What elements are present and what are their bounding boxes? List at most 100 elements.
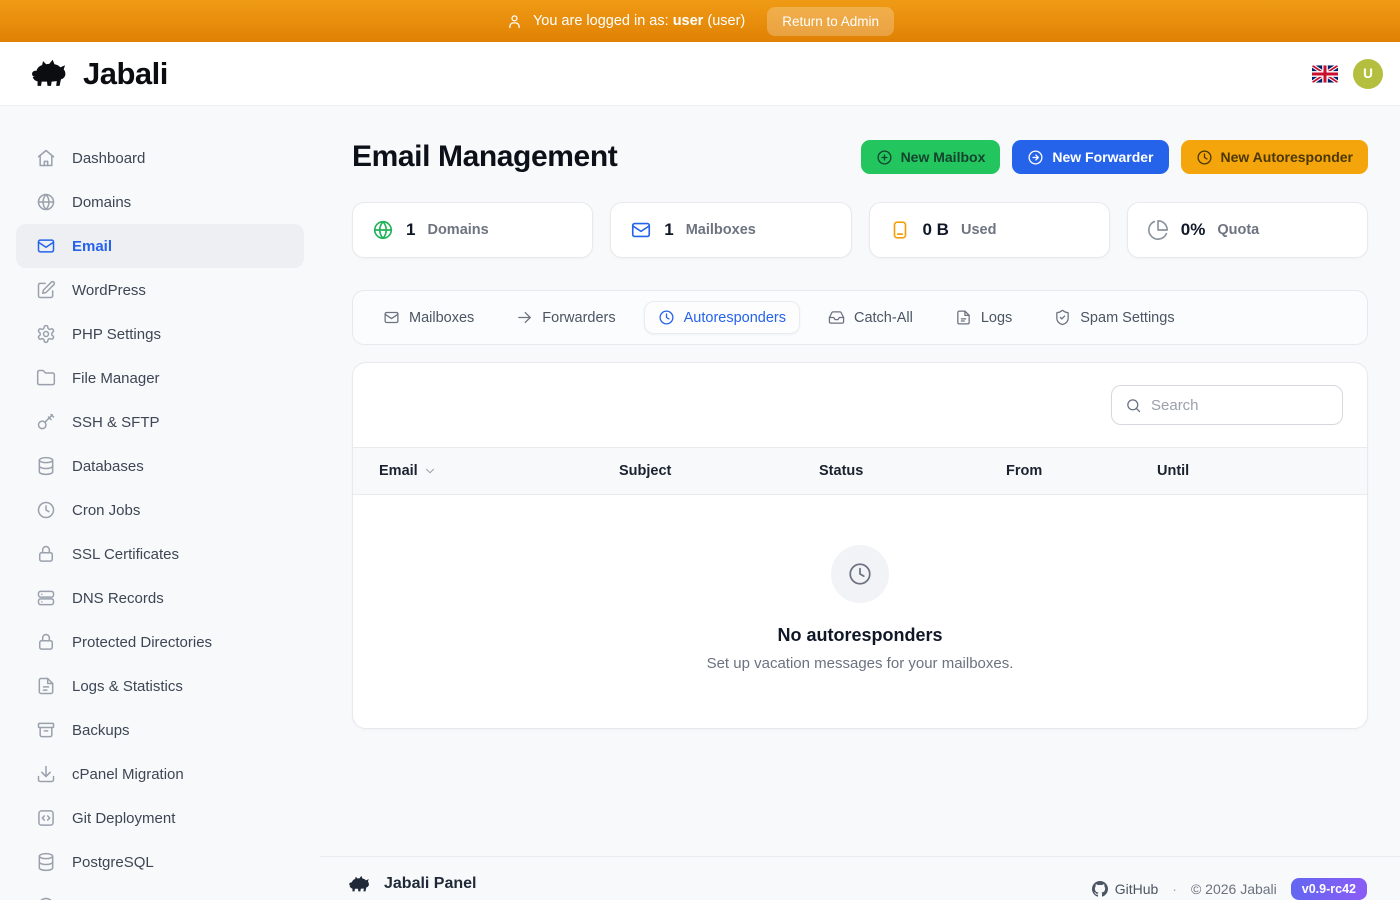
mail-icon xyxy=(37,239,55,253)
brand-logo[interactable]: Jabali xyxy=(30,56,168,92)
sidebar-item-partial[interactable] xyxy=(16,884,304,900)
email-tabs: Mailboxes Forwarders Autoresponders Catc… xyxy=(352,290,1368,345)
empty-state-title: No autoresponders xyxy=(777,625,943,645)
sidebar-item-label: Dashboard xyxy=(72,149,146,167)
sidebar-item-label: Databases xyxy=(72,457,144,475)
sidebar-item-postgresql[interactable]: PostgreSQL xyxy=(16,840,304,884)
action-buttons: New Mailbox New Forwarder New Autorespon… xyxy=(860,140,1368,174)
tab-spam-settings[interactable]: Spam Settings xyxy=(1040,301,1188,334)
sidebar-item-protected-directories[interactable]: Protected Directories xyxy=(16,620,304,664)
stat-mailboxes: 1 Mailboxes xyxy=(610,202,852,258)
sidebar-item-label: PostgreSQL xyxy=(72,853,154,871)
circle-icon xyxy=(40,897,52,900)
search-icon xyxy=(1127,398,1141,412)
clock-icon xyxy=(37,501,55,519)
pie-chart-icon xyxy=(1147,220,1168,240)
footer-separator: · xyxy=(1172,881,1177,897)
page-title: Email Management xyxy=(352,140,618,173)
stat-quota: 0% Quota xyxy=(1126,202,1368,258)
boar-icon xyxy=(32,59,66,86)
sidebar-item-backups[interactable]: Backups xyxy=(16,708,304,752)
github-icon xyxy=(1091,881,1108,897)
new-forwarder-button[interactable]: New Forwarder xyxy=(1012,140,1169,174)
language-flag-icon[interactable] xyxy=(1312,64,1338,83)
sidebar-item-label: Protected Directories xyxy=(72,633,213,651)
file-icon xyxy=(957,310,970,325)
sidebar-item-logs-statistics[interactable]: Logs & Statistics xyxy=(16,664,304,708)
sidebar-item-dns-records[interactable]: DNS Records xyxy=(16,576,304,620)
sidebar-item-databases[interactable]: Databases xyxy=(16,444,304,488)
brand-name: Jabali xyxy=(83,55,168,91)
sidebar-item-label: Domains xyxy=(72,193,132,211)
lock-icon xyxy=(39,545,53,562)
main-content: Email Management New Mailbox New Forward… xyxy=(320,106,1400,900)
server-icon xyxy=(37,590,55,606)
tab-logs[interactable]: Logs xyxy=(941,301,1026,334)
key-icon xyxy=(37,413,55,430)
sidebar: Dashboard Domains Email WordPress PHP Se… xyxy=(0,106,320,900)
new-mailbox-button[interactable]: New Mailbox xyxy=(860,140,1001,174)
empty-state: No autoresponders Set up vacation messag… xyxy=(353,495,1367,728)
column-header-email[interactable]: Email xyxy=(379,463,619,479)
github-link[interactable]: GitHub xyxy=(1091,881,1158,897)
home-icon xyxy=(37,149,55,167)
sidebar-item-label: File Manager xyxy=(72,369,160,387)
globe-icon xyxy=(373,220,393,240)
sidebar-item-label: SSH & SFTP xyxy=(72,413,160,431)
download-icon xyxy=(37,765,55,783)
sidebar-item-file-manager[interactable]: File Manager xyxy=(16,356,304,400)
sidebar-item-php-settings[interactable]: PHP Settings xyxy=(16,312,304,356)
sidebar-item-label: Cron Jobs xyxy=(72,501,141,519)
folder-icon xyxy=(36,369,56,386)
sidebar-item-ssl-certificates[interactable]: SSL Certificates xyxy=(16,532,304,576)
sidebar-item-cron-jobs[interactable]: Cron Jobs xyxy=(16,488,304,532)
login-username: user xyxy=(672,13,704,29)
new-autoresponder-button[interactable]: New Autoresponder xyxy=(1180,140,1368,174)
empty-state-subtitle: Set up vacation messages for your mailbo… xyxy=(706,655,1014,672)
drive-icon xyxy=(893,221,906,239)
sidebar-item-label: Logs & Statistics xyxy=(72,677,183,695)
sidebar-item-dashboard[interactable]: Dashboard xyxy=(16,136,304,180)
sidebar-item-label: Email xyxy=(72,237,113,255)
boar-icon xyxy=(349,875,369,892)
sidebar-item-cpanel-migration[interactable]: cPanel Migration xyxy=(16,752,304,796)
stat-domains: 1 Domains xyxy=(352,202,594,258)
sidebar-item-label: DNS Records xyxy=(72,589,164,607)
user-avatar[interactable]: U xyxy=(1353,58,1383,89)
footer-brand: Jabali Panel xyxy=(384,875,477,892)
login-usertype: (user) xyxy=(707,13,746,29)
clock-icon xyxy=(659,310,674,325)
sidebar-item-git-deployment[interactable]: Git Deployment xyxy=(16,796,304,840)
tab-catch-all[interactable]: Catch-All xyxy=(814,301,927,334)
column-header-subject: Subject xyxy=(619,463,672,479)
mail-icon xyxy=(384,311,399,324)
table-header-row: Email Subject Status From Until xyxy=(353,447,1367,495)
impersonation-bar: You are logged in as: user (user) Return… xyxy=(0,0,1400,42)
file-text-icon xyxy=(38,677,54,695)
column-header-status: Status xyxy=(819,463,864,479)
tab-mailboxes[interactable]: Mailboxes xyxy=(369,301,488,334)
globe-icon xyxy=(37,193,55,211)
footer-copyright: © 2026 Jabali xyxy=(1190,881,1277,897)
sidebar-item-label: PHP Settings xyxy=(72,325,161,343)
tab-forwarders[interactable]: Forwarders xyxy=(502,301,629,334)
sidebar-item-label: cPanel Migration xyxy=(72,765,184,783)
sidebar-item-wordpress[interactable]: WordPress xyxy=(16,268,304,312)
sidebar-item-email[interactable]: Email xyxy=(16,224,304,268)
app-header: Jabali U xyxy=(0,42,1400,106)
return-to-admin-button[interactable]: Return to Admin xyxy=(767,6,895,36)
column-header-from: From xyxy=(1006,463,1043,479)
search-box[interactable] xyxy=(1111,385,1343,425)
sidebar-item-label: Backups xyxy=(72,721,130,739)
search-input[interactable] xyxy=(1151,396,1329,414)
inbox-icon xyxy=(828,311,845,324)
tab-autoresponders[interactable]: Autoresponders xyxy=(643,301,800,334)
edit-icon xyxy=(37,280,56,299)
stats-row: 1 Domains 1 Mailboxes 0 B Used 0% Quota xyxy=(352,202,1368,258)
sidebar-item-ssh-sftp[interactable]: SSH & SFTP xyxy=(16,400,304,444)
sidebar-item-label: SSL Certificates xyxy=(72,545,179,563)
footer: Jabali Panel GitHub · © 2026 Jabali v0.9… xyxy=(320,856,1400,900)
sidebar-item-domains[interactable]: Domains xyxy=(16,180,304,224)
database-icon xyxy=(38,852,54,872)
clock-icon xyxy=(1196,149,1212,165)
